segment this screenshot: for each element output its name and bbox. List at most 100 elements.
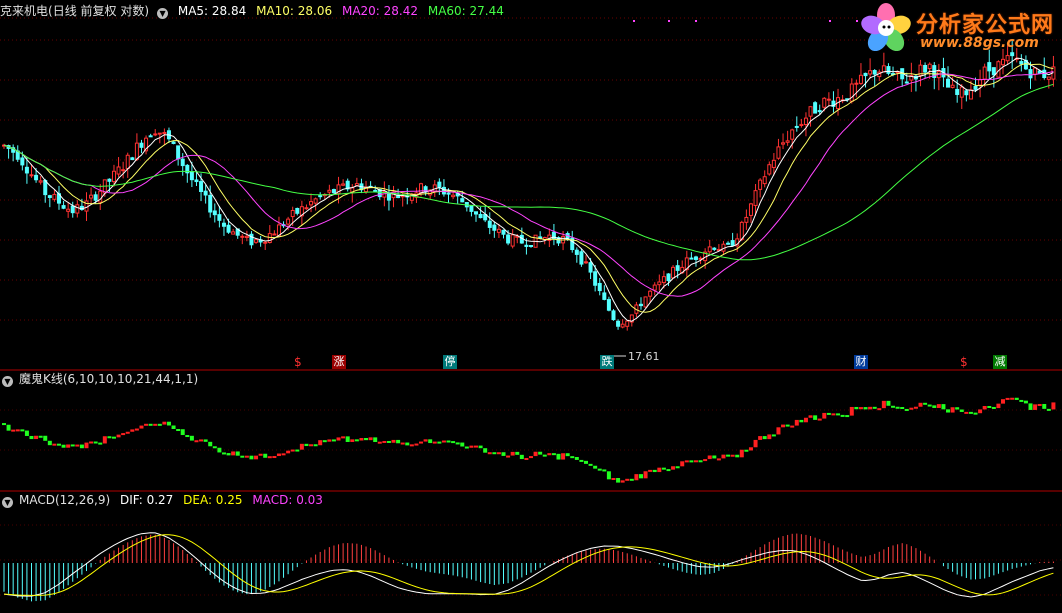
candle-body [451,194,456,198]
k-bar [767,434,772,440]
k-bar [822,412,827,419]
candle-body [318,195,323,198]
candle-body [730,240,735,246]
candle-body [524,244,529,247]
k-bar [790,425,795,428]
chevron-down-icon[interactable]: ▼ [2,497,13,508]
k-bar [341,436,346,439]
candle-body [597,282,602,292]
k-bar [863,407,868,410]
low-price-label: 17.61 [628,350,660,363]
candle-body [620,323,625,328]
candle-body [153,133,158,136]
k-bar [900,407,905,410]
k-bar [803,417,808,423]
candle-body [52,193,57,200]
k-bar [125,431,130,434]
k-bar [808,415,813,418]
k-bar [588,463,593,466]
k-bar [496,452,501,455]
candle-body [758,179,763,190]
k-bar [276,453,281,457]
k-bar [574,457,579,460]
k-bar [671,466,676,470]
candle-body [61,205,66,209]
k-bar [524,457,529,460]
candle-body [671,266,676,279]
k-bar [428,439,433,444]
flower-logo-icon [861,3,911,52]
candle-body [826,98,831,101]
k-bar [134,428,139,431]
candle-body [194,179,199,183]
candle-body [982,66,987,80]
candle-body [739,221,744,240]
k-bar [221,452,226,455]
k-bar [689,460,694,463]
candle-body [964,90,969,96]
main-panel-header: 克来机电(日线 前复权 对数) ▼ MA5: 28.84 MA10: 28.06 … [0,3,510,19]
chevron-down-icon[interactable]: ▼ [157,8,169,19]
k-bar [712,455,717,459]
k-bar [698,460,703,463]
k-bar [904,408,909,411]
candle-body [1005,55,1010,62]
k-bar [666,469,671,472]
k-bar [583,460,588,464]
candle-body [574,249,579,255]
candle-body [254,239,259,243]
candle-body [116,166,121,175]
chevron-down-icon[interactable]: ▼ [2,376,13,387]
k-bar [538,451,543,455]
k-bar [570,456,575,459]
candle-body [657,281,662,286]
candle-body [927,63,932,70]
candle-body [341,183,346,186]
k-bar [189,435,194,441]
candle-body [304,207,309,210]
k-bar [263,453,268,458]
candle-body [208,194,213,213]
k-bar [625,478,630,481]
candle-body [946,78,951,88]
k-bar [909,407,914,410]
macd-panel-header: ▼ MACD(12,26,9) DIF: 0.27 DEA: 0.25 MACD:… [0,492,329,508]
candle-body [125,154,130,169]
k-bar [180,429,185,436]
candle-body [231,231,236,235]
ma10-line [3,63,1054,313]
ma5-line [3,57,1054,322]
candle-body [858,74,863,84]
candle-body [496,228,501,233]
k-bar [107,436,112,439]
k-bar [2,423,6,426]
candle-body [638,303,643,307]
k-bar [597,468,602,471]
candle-body [89,194,94,199]
k-bar [102,436,107,444]
k-bar [675,466,680,469]
k-bar [955,407,960,410]
dea-line [3,534,1054,596]
k-bar [93,441,98,444]
stock-chart[interactable] [0,0,1062,613]
k-bar [845,415,850,418]
candle-body [121,169,126,172]
candle-body [968,89,973,100]
k-bar [295,449,300,452]
k-bar [345,436,350,442]
candle-body [263,241,268,244]
candle-body [506,234,511,244]
k-bar [139,425,144,429]
k-bar [111,436,116,439]
k-bar [327,439,332,442]
candle-body [950,84,955,88]
k-bar [166,421,171,426]
k-bar [258,453,263,456]
k-bar [716,458,721,461]
k-bar [244,455,249,458]
k-bar [913,406,918,409]
k-bar [373,437,378,443]
candle-body [203,190,208,196]
k-bar [758,436,763,440]
